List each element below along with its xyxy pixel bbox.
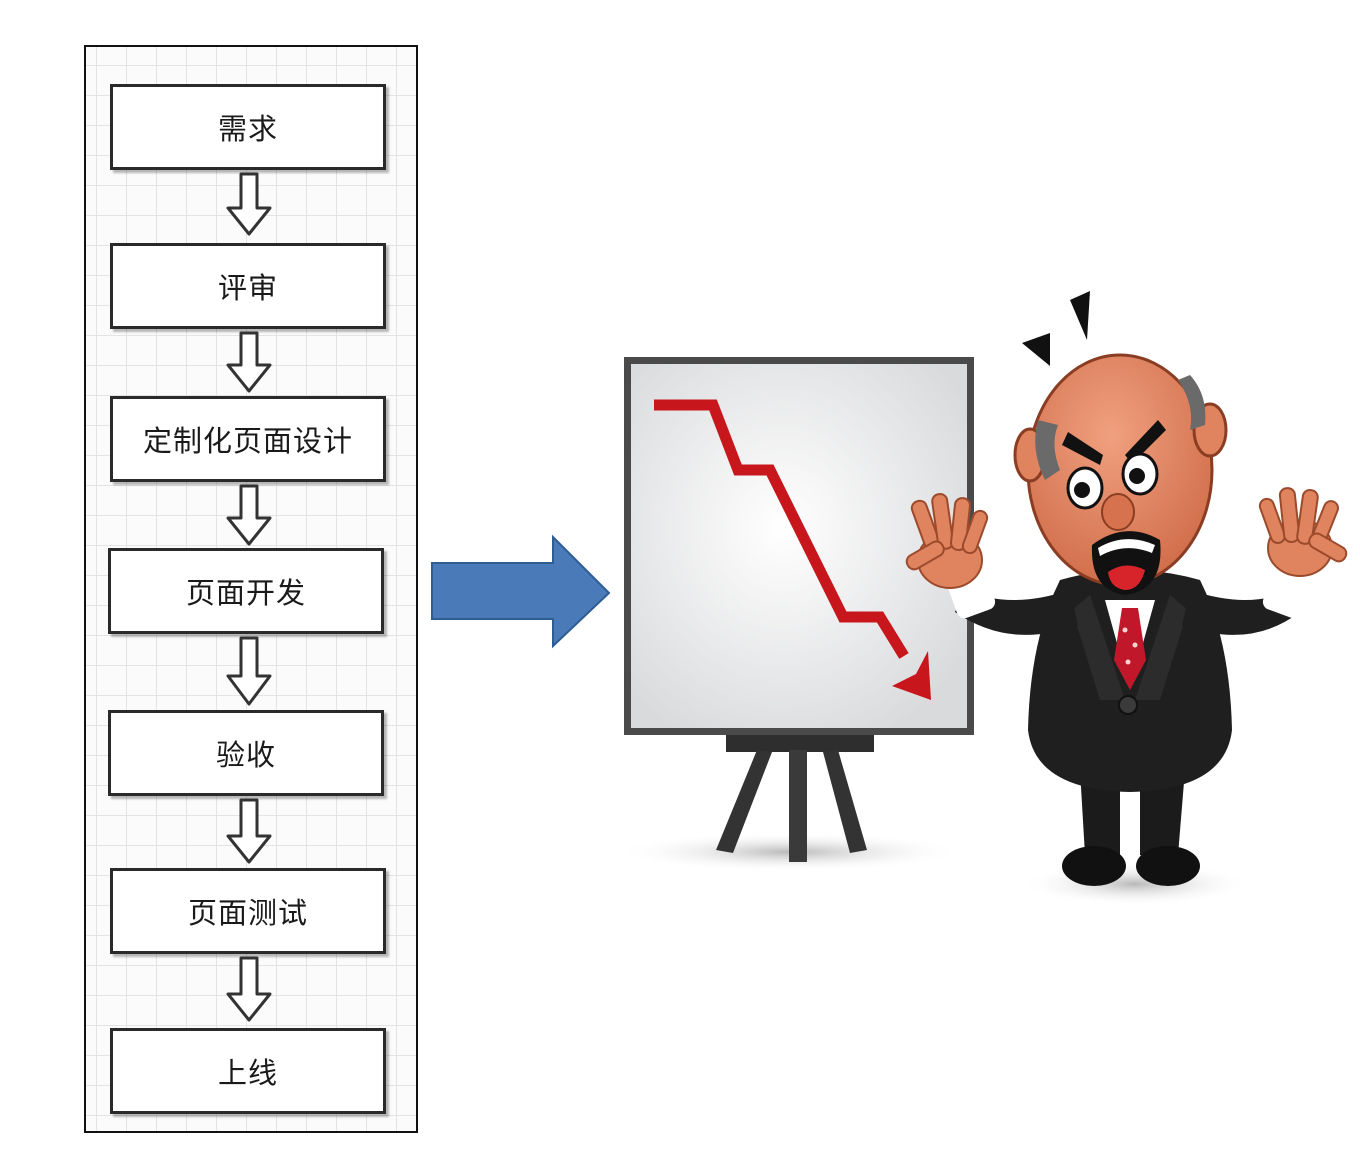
illustration-scene — [431, 291, 1348, 906]
declining-chart-easel — [624, 357, 974, 862]
boss-shadow — [1020, 862, 1250, 906]
right-arrow-icon — [431, 534, 611, 649]
